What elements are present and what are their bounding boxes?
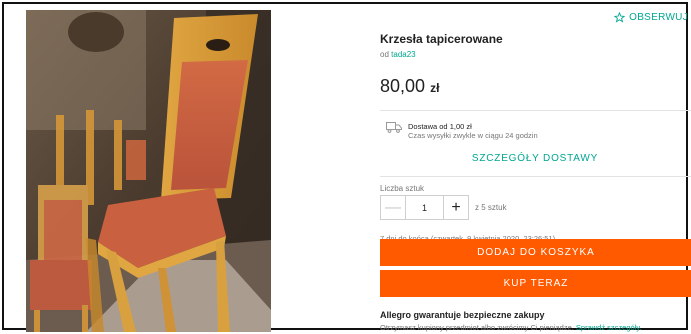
seller-link[interactable]: tada23 xyxy=(391,50,415,59)
seller-line: od tada23 xyxy=(380,50,416,59)
offer-panel: OBSERWUJ Krzesła tapicerowane od tada23 … xyxy=(378,10,691,332)
stock-count: z 5 sztuk xyxy=(475,203,507,212)
guarantee-details-link[interactable]: Sprawdź szczegóły. xyxy=(576,323,642,332)
follow-label: OBSERWUJ xyxy=(629,12,688,23)
star-icon xyxy=(614,12,626,23)
quantity-stepper: — 1 + xyxy=(380,195,469,220)
price-currency: zł xyxy=(430,81,440,95)
guarantee-description: Otrzymasz kupiony przedmiot albo zwrócim… xyxy=(380,323,574,332)
quantity-label: Liczba sztuk xyxy=(380,184,425,193)
product-photo[interactable] xyxy=(26,10,271,332)
delivery-cost: Dostawa od 1,00 zł xyxy=(408,122,472,131)
price: 80,00 zł xyxy=(380,76,439,97)
guarantee-text: Otrzymasz kupiony przedmiot albo zwrócim… xyxy=(380,323,642,332)
divider xyxy=(380,176,691,177)
quantity-decrement-button[interactable]: — xyxy=(381,196,406,219)
truck-icon xyxy=(386,120,402,138)
delivery-details-link[interactable]: SZCZEGÓŁY DOSTAWY xyxy=(378,153,691,164)
delivery-time: Czas wysyłki zwykle w ciągu 24 godzin xyxy=(408,131,538,140)
seller-prefix: od xyxy=(380,50,389,59)
add-to-cart-button[interactable]: DODAJ DO KOSZYKA xyxy=(380,239,691,266)
follow-button[interactable]: OBSERWUJ xyxy=(614,12,688,23)
guarantee-title: Allegro gwarantuje bezpieczne zakupy xyxy=(380,310,545,320)
quantity-increment-button[interactable]: + xyxy=(443,196,468,219)
quantity-input[interactable]: 1 xyxy=(406,196,443,219)
buy-now-button[interactable]: KUP TERAZ xyxy=(380,270,691,297)
product-title: Krzesła tapicerowane xyxy=(380,32,503,46)
chair-image xyxy=(26,10,271,332)
divider xyxy=(380,110,691,111)
price-amount: 80,00 xyxy=(380,76,426,96)
